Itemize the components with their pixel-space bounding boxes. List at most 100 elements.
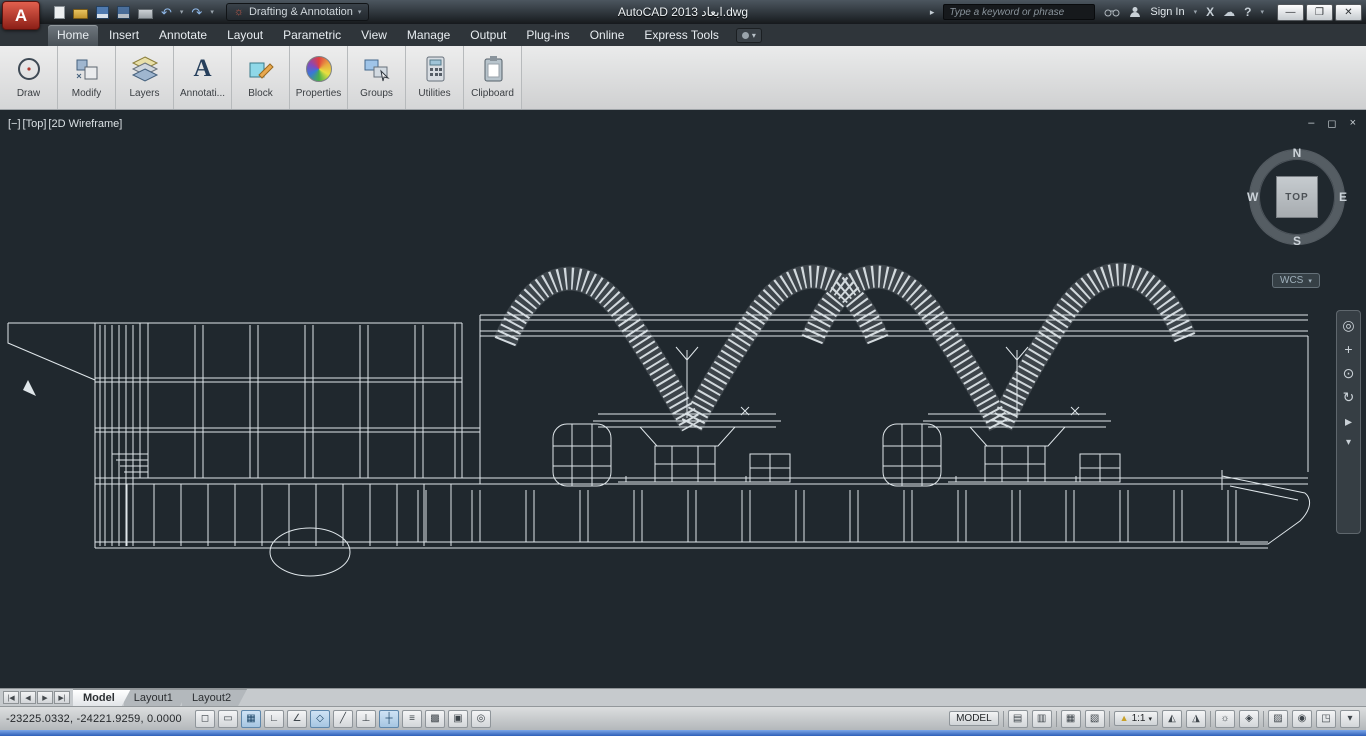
tab-annotate[interactable]: Annotate: [150, 25, 216, 46]
last-layout-icon[interactable]: ▶|: [54, 691, 70, 704]
ribbon-panel-properties[interactable]: Properties: [290, 46, 348, 109]
exchange-apps-icon[interactable]: X: [1206, 6, 1214, 18]
quick-properties-toggle[interactable]: ▣: [448, 709, 468, 728]
minimize-button[interactable]: —: [1277, 3, 1304, 21]
save-as-icon[interactable]: [117, 5, 130, 19]
tab-layout[interactable]: Layout: [218, 25, 272, 46]
toolbar-lock-icon[interactable]: ◈: [1239, 709, 1259, 728]
annotation-scale-button[interactable]: ▲ 1:1 ▾: [1113, 711, 1158, 726]
tab-layout2[interactable]: Layout2: [182, 689, 247, 706]
ribbon-panel-utilities[interactable]: Utilities: [406, 46, 464, 109]
viewport-view-control[interactable]: [Top]: [23, 118, 47, 130]
annotation-autoscale-icon[interactable]: ◮: [1186, 709, 1206, 728]
viewport-menu-control[interactable]: [−]: [8, 118, 21, 130]
viewport-minimize-icon[interactable]: –: [1308, 117, 1314, 130]
tab-plugins[interactable]: Plug-ins: [517, 25, 578, 46]
tab-express-tools[interactable]: Express Tools: [635, 25, 727, 46]
plot-icon[interactable]: [138, 9, 153, 19]
orbit-icon[interactable]: ↻: [1343, 390, 1355, 404]
dyninput-toggle[interactable]: ┼: [379, 709, 399, 728]
tab-insert[interactable]: Insert: [100, 25, 148, 46]
selection-cycling-toggle[interactable]: ◎: [471, 709, 491, 728]
viewport-restore-icon[interactable]: ◻: [1327, 117, 1336, 130]
redo-dropdown-icon[interactable]: ▾: [210, 8, 214, 16]
help-dropdown-icon[interactable]: ▾: [1260, 8, 1264, 16]
save-icon[interactable]: [96, 5, 109, 19]
search-binoculars-icon[interactable]: [1104, 7, 1120, 18]
tab-online[interactable]: Online: [581, 25, 634, 46]
panel-label: Layers: [129, 88, 160, 99]
clean-screen-icon[interactable]: ◳: [1316, 709, 1336, 728]
quickview-layouts-icon[interactable]: ▧: [1084, 709, 1105, 728]
ribbon-panel-draw[interactable]: Draw: [0, 46, 58, 109]
viewcube-north[interactable]: N: [1293, 146, 1302, 160]
grid-toggle[interactable]: ▦: [241, 709, 261, 728]
transparency-toggle[interactable]: ▩: [425, 709, 445, 728]
viewcube-top-face[interactable]: TOP: [1276, 176, 1318, 218]
ribbon-minimize-button[interactable]: ▾: [735, 28, 762, 43]
showmotion-icon[interactable]: ▸: [1345, 414, 1352, 428]
lineweight-toggle[interactable]: ≡: [402, 709, 422, 728]
isolate-objects-icon[interactable]: ◉: [1292, 709, 1312, 728]
sign-in-button[interactable]: Sign In: [1150, 6, 1184, 18]
next-layout-icon[interactable]: ▶: [37, 691, 53, 704]
restore-button[interactable]: ❐: [1306, 3, 1333, 21]
help-icon[interactable]: ?: [1244, 6, 1251, 18]
close-button[interactable]: ✕: [1335, 3, 1362, 21]
paper-space-icon[interactable]: ▥: [1031, 709, 1052, 728]
autodesk360-icon[interactable]: ☁: [1223, 6, 1235, 18]
model-space-icon[interactable]: ▤: [1007, 709, 1028, 728]
tab-home[interactable]: Home: [48, 25, 99, 46]
navbar-menu-icon[interactable]: ▾: [1346, 438, 1351, 448]
ortho-toggle[interactable]: ∟: [264, 709, 284, 728]
annotation-visibility-icon[interactable]: ◭: [1162, 709, 1182, 728]
viewport-close-icon[interactable]: ×: [1350, 117, 1356, 130]
osnap-toggle[interactable]: ◇: [310, 709, 330, 728]
performance-icon[interactable]: ▨: [1268, 709, 1288, 728]
status-bar: -23225.0332, -24221.9259, 0.0000 ◻ ▭ ▦ ∟…: [0, 706, 1366, 730]
search-input[interactable]: [943, 4, 1096, 20]
open-file-icon[interactable]: [73, 8, 88, 19]
drawing-canvas[interactable]: [−] [Top] [2D Wireframe] – ◻ × N S W E T…: [0, 110, 1366, 688]
ribbon-panel-modify[interactable]: Modify: [58, 46, 116, 109]
pan-icon[interactable]: +: [1344, 342, 1352, 356]
sign-in-dropdown-icon[interactable]: ▾: [1194, 8, 1198, 16]
tab-view[interactable]: View: [352, 25, 396, 46]
workspace-switching-icon[interactable]: ☼: [1215, 709, 1235, 728]
tab-manage[interactable]: Manage: [398, 25, 459, 46]
ribbon-panel-clipboard[interactable]: Clipboard: [464, 46, 522, 109]
zoom-icon[interactable]: ⊙: [1343, 366, 1355, 380]
undo-dropdown-icon[interactable]: ▾: [180, 8, 184, 16]
viewport-window-controls: – ◻ ×: [1308, 117, 1356, 130]
status-menu-icon[interactable]: ▾: [1340, 709, 1360, 728]
tab-output[interactable]: Output: [461, 25, 515, 46]
viewcube-east[interactable]: E: [1339, 190, 1347, 204]
new-file-icon[interactable]: [54, 5, 65, 19]
undo-icon[interactable]: ↶: [161, 6, 172, 19]
tab-model[interactable]: Model: [73, 689, 131, 706]
ribbon-panel-block[interactable]: Block: [232, 46, 290, 109]
ribbon-panel-layers[interactable]: Layers: [116, 46, 174, 109]
application-menu-button[interactable]: A: [2, 1, 40, 30]
infocenter-expand-icon[interactable]: ▸: [930, 7, 935, 17]
infer-constraints-toggle[interactable]: ◻: [195, 709, 215, 728]
full-navigation-wheel-icon[interactable]: ◎: [1342, 318, 1354, 332]
prev-layout-icon[interactable]: ◀: [20, 691, 36, 704]
tab-parametric[interactable]: Parametric: [274, 25, 350, 46]
viewport-visual-style-control[interactable]: [2D Wireframe]: [48, 118, 122, 130]
first-layout-icon[interactable]: |◀: [3, 691, 19, 704]
polar-toggle[interactable]: ∠: [287, 709, 307, 728]
workspace-switcher[interactable]: ☼ Drafting & Annotation ▾: [225, 3, 370, 21]
otrack-toggle[interactable]: ╱: [333, 709, 353, 728]
snap-toggle[interactable]: ▭: [218, 709, 238, 728]
model-space-button[interactable]: MODEL: [949, 711, 999, 726]
ribbon-panel-groups[interactable]: Groups: [348, 46, 406, 109]
ribbon-panel-annotation[interactable]: A Annotati...: [174, 46, 232, 109]
wcs-selector[interactable]: WCS ▾: [1272, 273, 1320, 288]
quickview-drawings-icon[interactable]: ▦: [1060, 709, 1081, 728]
redo-icon[interactable]: ↷: [191, 6, 202, 19]
viewcube-west[interactable]: W: [1247, 190, 1258, 204]
dynucs-toggle[interactable]: ⊥: [356, 709, 376, 728]
tab-layout1[interactable]: Layout1: [124, 689, 189, 706]
viewcube-south[interactable]: S: [1293, 234, 1301, 248]
